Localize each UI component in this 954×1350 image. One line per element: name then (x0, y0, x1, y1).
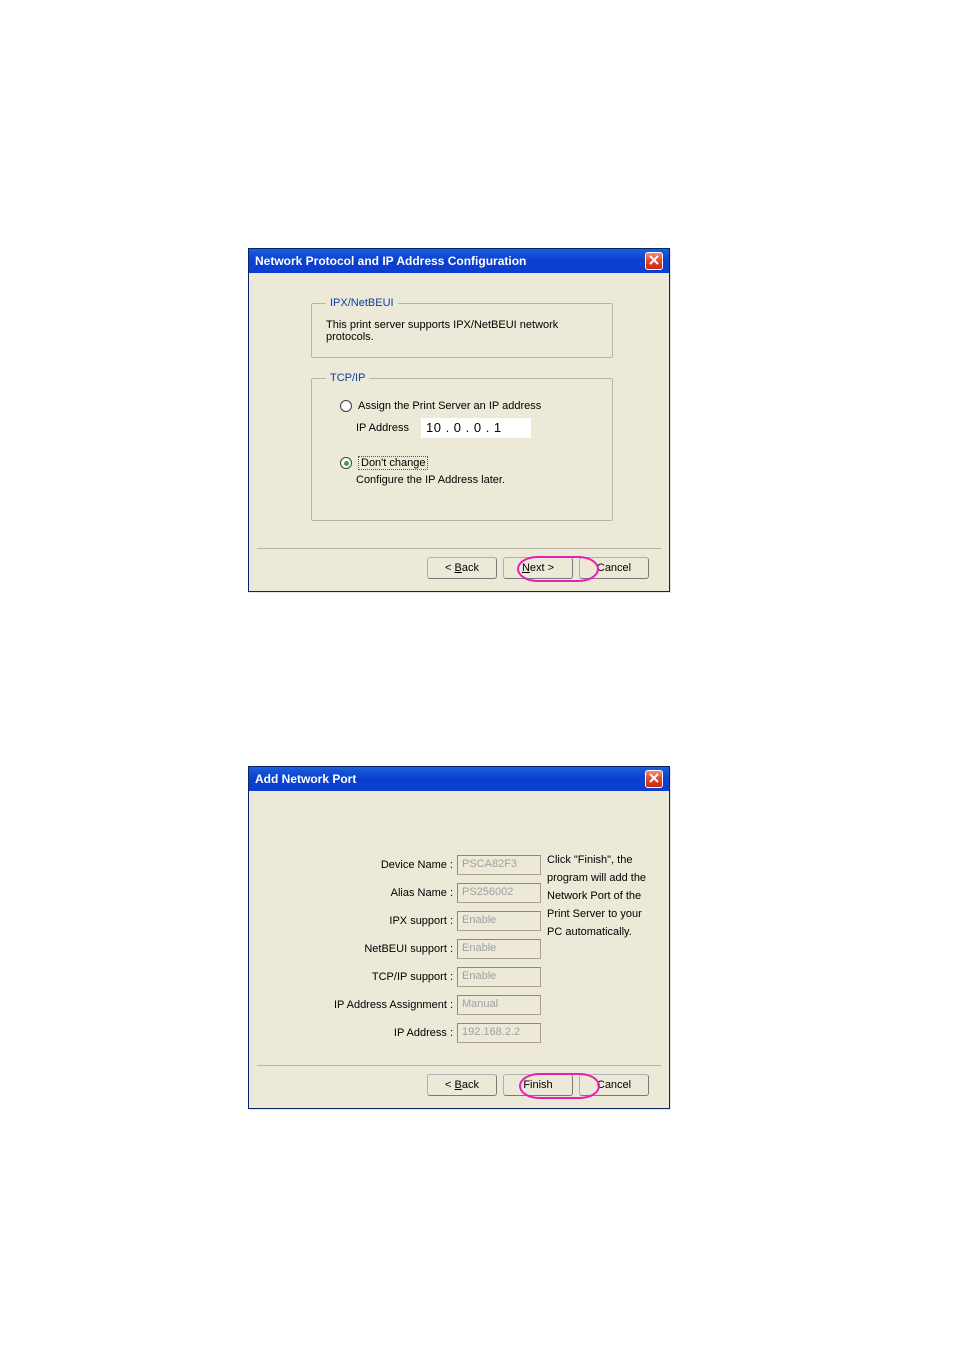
field-label: IPX support : (249, 915, 457, 927)
field-label: Device Name : (249, 859, 457, 871)
add-network-port-dialog: Add Network Port Device Name :PSCA82F3Al… (248, 766, 670, 1109)
dialog-title: Network Protocol and IP Address Configur… (255, 254, 526, 268)
close-icon (649, 772, 659, 786)
ipx-netbeui-legend: IPX/NetBEUI (326, 297, 398, 309)
close-icon (649, 254, 659, 268)
cancel-button[interactable]: Cancel (579, 1074, 649, 1096)
titlebar[interactable]: Add Network Port (249, 767, 669, 791)
field-row: IP Address :192.168.2.2 (249, 1019, 669, 1047)
ipx-netbeui-group: IPX/NetBEUI This print server supports I… (311, 297, 613, 358)
field-value: Enable (457, 939, 541, 959)
ipx-netbeui-text: This print server supports IPX/NetBEUI n… (326, 319, 598, 343)
ip-address-row: IP Address 10 . 0 . 0 . 1 (356, 418, 598, 438)
field-label: TCP/IP support : (249, 971, 457, 983)
ip-label: IP Address (356, 422, 409, 434)
ip-address-input[interactable]: 10 . 0 . 0 . 1 (421, 418, 531, 438)
finish-info-text: Click "Finish", the program will add the… (547, 851, 657, 941)
separator (257, 548, 661, 549)
field-row: TCP/IP support :Enable (249, 963, 669, 991)
cancel-button[interactable]: Cancel (579, 557, 649, 579)
next-button[interactable]: Next > (503, 557, 573, 579)
network-protocol-dialog: Network Protocol and IP Address Configur… (248, 248, 670, 592)
field-label: IP Address Assignment : (249, 999, 457, 1011)
back-button[interactable]: < Back (427, 557, 497, 579)
assign-ip-label: Assign the Print Server an IP address (358, 400, 541, 412)
close-button[interactable] (645, 770, 663, 788)
field-label: NetBEUI support : (249, 943, 457, 955)
radio-assign-ip[interactable] (340, 400, 352, 412)
radio-dont-change[interactable] (340, 457, 352, 469)
field-value: Enable (457, 911, 541, 931)
dont-change-row: Don't change (340, 456, 598, 470)
finish-button[interactable]: Finish (503, 1074, 573, 1096)
assign-ip-row: Assign the Print Server an IP address (340, 400, 598, 412)
field-value: Manual (457, 995, 541, 1015)
field-row: IP Address Assignment :Manual (249, 991, 669, 1019)
button-row: < Back Finish Cancel (427, 1074, 649, 1096)
tcpip-legend: TCP/IP (326, 372, 369, 384)
field-value: PSCA82F3 (457, 855, 541, 875)
close-button[interactable] (645, 252, 663, 270)
field-value: 192.168.2.2 (457, 1023, 541, 1043)
field-label: Alias Name : (249, 887, 457, 899)
dont-change-label: Don't change (358, 456, 428, 470)
field-value: PS256002 (457, 883, 541, 903)
tcpip-group: TCP/IP Assign the Print Server an IP add… (311, 372, 613, 521)
configure-later-label: Configure the IP Address later. (356, 474, 505, 486)
dialog-title: Add Network Port (255, 772, 356, 786)
titlebar[interactable]: Network Protocol and IP Address Configur… (249, 249, 669, 273)
field-label: IP Address : (249, 1027, 457, 1039)
back-button[interactable]: < Back (427, 1074, 497, 1096)
button-row: < Back Next > Cancel (427, 557, 649, 579)
separator (257, 1065, 661, 1066)
field-value: Enable (457, 967, 541, 987)
configure-later-row: Configure the IP Address later. (356, 474, 598, 486)
